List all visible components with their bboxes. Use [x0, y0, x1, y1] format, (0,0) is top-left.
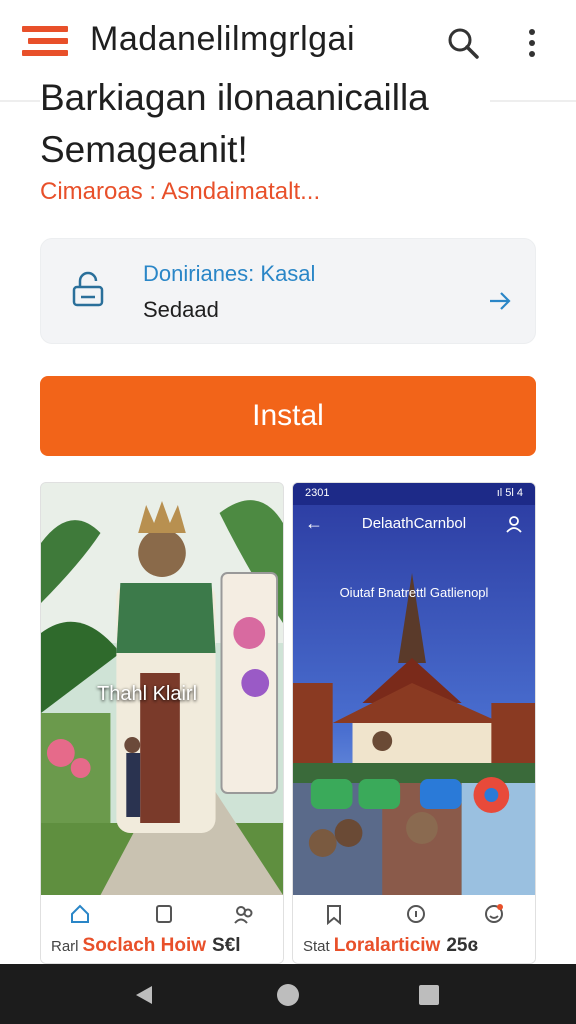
- caption-accent: Loralarticiw: [333, 935, 441, 956]
- arrow-right-icon[interactable]: [487, 289, 513, 313]
- search-icon[interactable]: [446, 26, 480, 60]
- bookmark-icon[interactable]: [323, 903, 345, 925]
- user-icon: [506, 516, 522, 533]
- info-card-value: Sedaad: [143, 297, 219, 322]
- system-home-icon[interactable]: [275, 982, 301, 1008]
- screenshot-banner-text: Oiutaf Bnatrettl Gatlienopl: [339, 585, 489, 600]
- square-icon[interactable]: [153, 903, 175, 925]
- info-card-label: Donirianes: Kasal: [143, 261, 316, 286]
- system-nav-bar: [0, 964, 576, 1024]
- screenshot-card-1[interactable]: Thahl Klairl Rarl Soclach Hoiw S€l: [40, 482, 284, 964]
- screenshot-card-2[interactable]: 2301 ıl 5l 4 ← DelaathCarnbol Oiutaf Bna…: [292, 482, 536, 964]
- info-card[interactable]: Donirianes: Kasal Sedaad: [40, 238, 536, 344]
- app-title: Madanelilmgrlgai: [90, 20, 356, 58]
- caption-tail: 25ɞ: [446, 935, 479, 956]
- more-vert-icon[interactable]: [520, 26, 544, 60]
- status-bar-time: 2301: [305, 487, 330, 499]
- caption-accent: Soclach Hoiw: [82, 935, 207, 956]
- menu-logo-icon[interactable]: [22, 26, 68, 56]
- status-bar-icons: ıl 5l 4: [496, 487, 523, 499]
- page-headline: Barkiagan ilonaanicailla Semageanit!: [40, 72, 490, 176]
- caption-muted: Rarl: [51, 938, 79, 955]
- developer-subtitle[interactable]: Cimaroas : Asndaimatalt...: [40, 178, 320, 206]
- caption-tail: S€l: [212, 935, 241, 956]
- home-icon[interactable]: [69, 903, 91, 925]
- people-icon[interactable]: [233, 903, 255, 925]
- screenshot-overlay-text: Thahl Klairl: [97, 683, 198, 705]
- screenshot-bottom-nav: Rarl Soclach Hoiw S€l: [41, 895, 283, 963]
- screenshot-caption: Stat Loralarticiw 25ɞ: [303, 935, 478, 957]
- install-button[interactable]: Instal: [40, 376, 536, 456]
- face-icon[interactable]: [483, 903, 505, 925]
- screenshot-image-temple: [293, 483, 535, 895]
- screenshot-caption: Rarl Soclach Hoiw S€l: [51, 935, 241, 957]
- screenshot-header-title: DelaathCarnbol: [361, 515, 467, 532]
- system-back-icon[interactable]: [134, 984, 154, 1006]
- system-recents-icon[interactable]: [418, 984, 440, 1006]
- lock-icon: [72, 271, 104, 307]
- caption-muted: Stat: [303, 938, 330, 955]
- info-icon[interactable]: [405, 903, 427, 925]
- screenshot-bottom-nav: Stat Loralarticiw 25ɞ: [293, 895, 535, 963]
